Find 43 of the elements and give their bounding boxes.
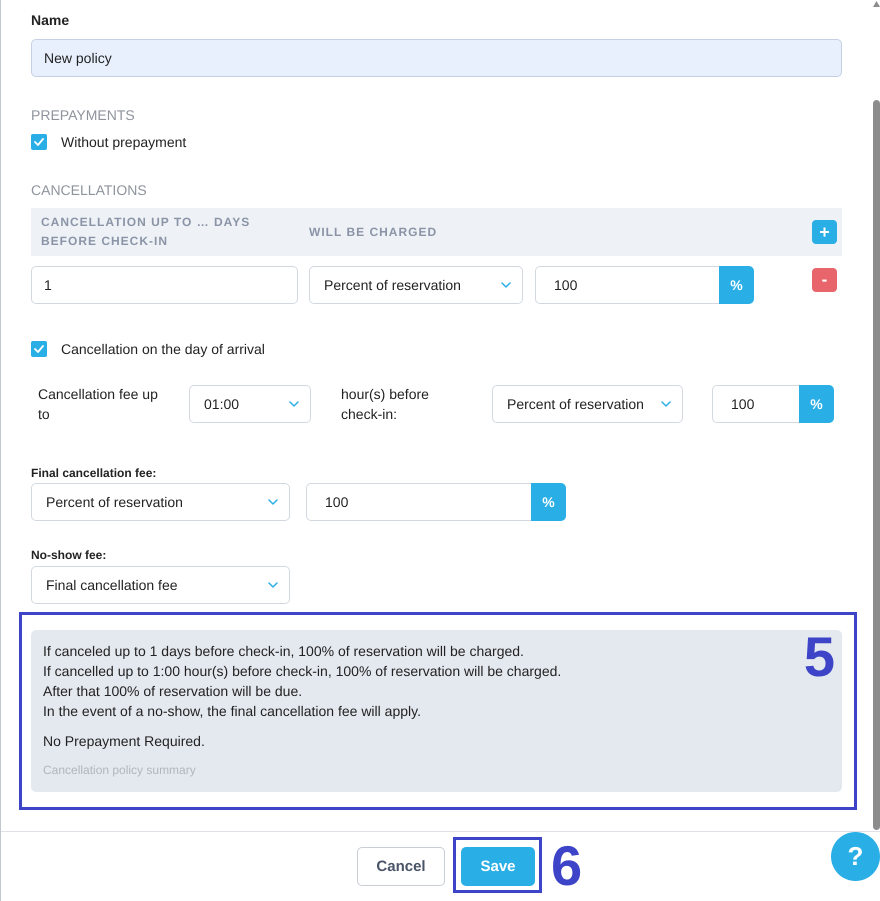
no-show-fee-select[interactable]: Final cancellation fee xyxy=(31,566,290,604)
amount-input[interactable]: 100 xyxy=(535,266,719,304)
summary-line: If canceled up to 1 days before check-in, 100% of reservation will be charged. xyxy=(43,642,524,661)
scroll-up-arrow-icon[interactable] xyxy=(873,1,880,7)
chevron-down-icon xyxy=(289,401,299,407)
amount-input[interactable]: 100 xyxy=(712,385,799,423)
checkbox-label: Cancellation on the day of arrival xyxy=(61,340,265,359)
field-label: No-show fee: xyxy=(31,547,106,563)
field-label: Final cancellation fee: xyxy=(31,465,156,481)
field-label: Name xyxy=(31,11,70,30)
unit-addon: % xyxy=(719,266,754,304)
checkmark-icon xyxy=(34,138,44,146)
chevron-down-icon xyxy=(661,401,671,407)
cancel-button[interactable]: Cancel xyxy=(357,847,445,886)
checkbox-label: Without prepayment xyxy=(61,133,186,152)
chevron-down-icon xyxy=(501,282,511,288)
chevron-down-icon xyxy=(268,582,278,588)
charge-type-select[interactable]: Percent of reservation xyxy=(492,385,683,423)
callout-number: 5 xyxy=(804,629,835,685)
time-select[interactable]: 01:00 xyxy=(189,385,311,423)
summary-line: If cancelled up to 1:00 hour(s) before check-in, 100% of reservation will be charged. xyxy=(43,662,562,681)
hours-before-label: hour(s) before check-in: xyxy=(341,385,430,424)
summary-line: In the event of a no-show, the final cancellation fee will apply. xyxy=(43,702,421,721)
chevron-down-icon xyxy=(268,499,278,505)
days-input[interactable]: 1 xyxy=(31,266,298,304)
name-input[interactable]: New policy xyxy=(31,39,842,77)
checkbox[interactable] xyxy=(31,134,47,150)
unit-addon: % xyxy=(799,385,834,423)
callout-number: 6 xyxy=(551,838,582,894)
section-heading: CANCELLATIONS xyxy=(31,181,147,200)
unit-addon: % xyxy=(531,483,566,521)
checkbox[interactable] xyxy=(31,341,47,357)
scrollbar-thumb[interactable] xyxy=(873,100,880,830)
column-header: WILL BE CHARGED xyxy=(309,224,438,240)
amount-input[interactable]: 100 xyxy=(306,483,531,521)
section-heading: PREPAYMENTS xyxy=(31,106,135,125)
summary-line: After that 100% of reservation will be due. xyxy=(43,682,302,701)
fee-deadline-label: Cancellation fee up to xyxy=(38,385,159,424)
summary-note: No Prepayment Required. xyxy=(43,732,205,751)
charge-type-select[interactable]: Percent of reservation xyxy=(31,483,290,521)
column-header: CANCELLATION UP TO … DAYS BEFORE CHECK-IN xyxy=(41,214,252,250)
checkmark-icon xyxy=(34,345,44,353)
charge-type-select[interactable]: Percent of reservation xyxy=(309,266,523,304)
